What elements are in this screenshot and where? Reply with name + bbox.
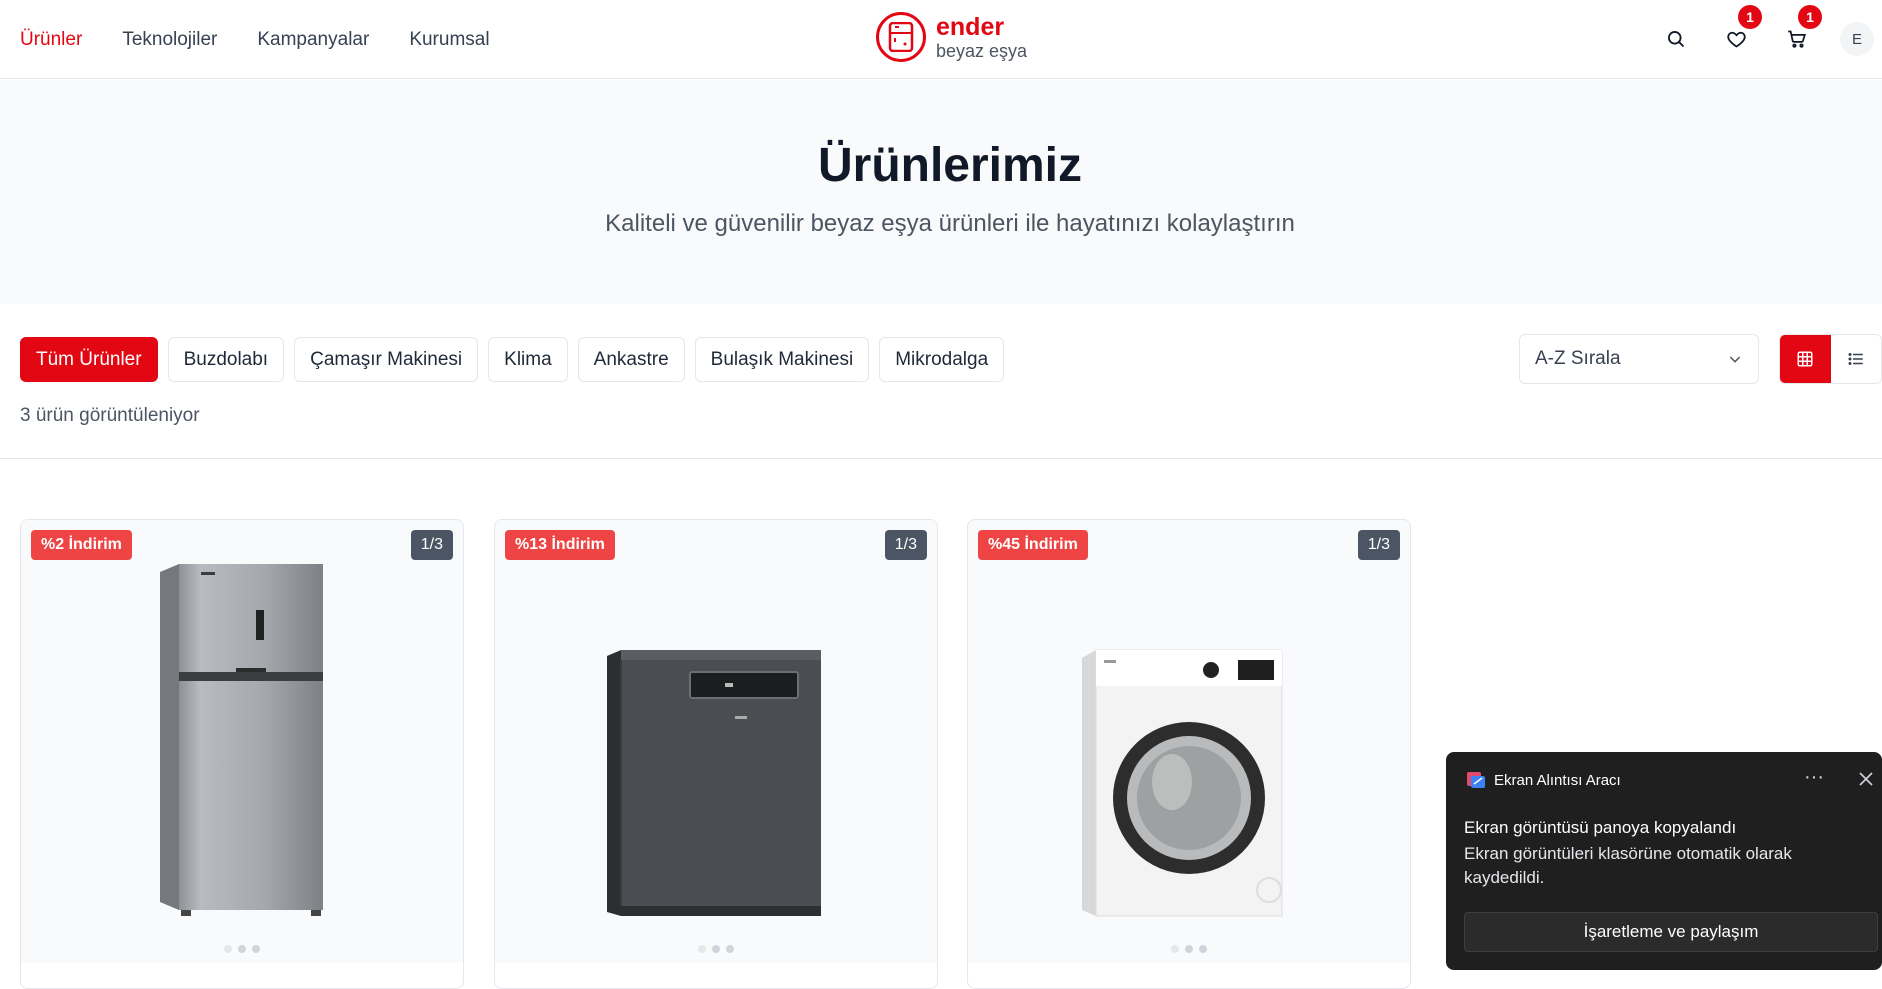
carousel-dot[interactable] [1199, 945, 1207, 953]
category-chip-mikrodalga[interactable]: Mikrodalga [879, 337, 1005, 382]
carousel-dot[interactable] [224, 945, 232, 953]
page-title: Ürünlerimiz [817, 139, 1083, 192]
carousel-dot[interactable] [698, 945, 706, 953]
snipping-tool-notification[interactable]: Ekran Alıntısı Aracı ··· Ekran görüntüsü… [1446, 752, 1882, 970]
discount-badge: %13 İndirim [505, 530, 615, 560]
notification-title: Ekran görüntüsü panoya kopyalandı [1464, 818, 1737, 837]
close-icon[interactable] [1856, 769, 1876, 789]
carousel-dots [1171, 945, 1207, 953]
cart-icon [1787, 30, 1806, 48]
discount-badge: %2 İndirim [31, 530, 132, 560]
search-icon[interactable] [1660, 23, 1692, 55]
list-icon [1848, 353, 1863, 365]
notification-app-name: Ekran Alıntısı Aracı [1494, 772, 1621, 789]
carousel-dot[interactable] [1185, 945, 1193, 953]
hero-section: Ürünlerimiz Kaliteli ve güvenilir beyaz … [0, 80, 1882, 304]
list-view-button[interactable] [1830, 335, 1881, 383]
favorites-button[interactable]: 1 [1720, 5, 1762, 55]
view-toggle [1779, 334, 1882, 384]
category-chip-buzdolabi[interactable]: Buzdolabı [167, 337, 285, 382]
cart-button[interactable]: 1 [1780, 5, 1822, 55]
product-card[interactable]: %13 İndirim 1/3 [494, 519, 938, 989]
page-subtitle: Kaliteli ve güvenilir beyaz eşya ürünler… [605, 210, 1295, 237]
favorites-count-badge: 1 [1738, 5, 1762, 29]
image-counter: 1/3 [1357, 530, 1400, 560]
category-chip-klima[interactable]: Klima [488, 337, 568, 382]
section-divider [0, 458, 1882, 459]
product-card[interactable]: %2 İndirim 1/3 [20, 519, 464, 989]
product-image-washing-machine: %45 İndirim 1/3 [968, 520, 1410, 963]
sort-select[interactable]: A-Z Sırala [1519, 334, 1759, 384]
grid-view-button[interactable] [1780, 335, 1831, 383]
category-chip-bulasik-makinesi[interactable]: Bulaşık Makinesi [694, 337, 870, 382]
image-counter: 1/3 [410, 530, 453, 560]
category-chip-ankastre[interactable]: Ankastre [577, 337, 685, 382]
product-image-dishwasher: %13 İndirim 1/3 [495, 520, 937, 963]
header-actions: 1 1 E [0, 0, 1882, 79]
category-filters: Tüm Ürünler Buzdolabı Çamaşır Makinesi K… [20, 337, 1005, 382]
image-counter: 1/3 [884, 530, 927, 560]
site-header: Ürünler Teknolojiler Kampanyalar Kurumsa… [0, 0, 1882, 79]
carousel-dot[interactable] [712, 945, 720, 953]
carousel-dot[interactable] [1171, 945, 1179, 953]
product-image-refrigerator: %2 İndirim 1/3 [21, 520, 463, 963]
results-count: 3 ürün görüntüleniyor [20, 405, 200, 426]
carousel-dot[interactable] [238, 945, 246, 953]
carousel-dot[interactable] [726, 945, 734, 953]
carousel-dot[interactable] [252, 945, 260, 953]
markup-and-share-button[interactable]: İşaretleme ve paylaşım [1464, 912, 1878, 952]
avatar[interactable]: E [1840, 22, 1874, 56]
carousel-dots [224, 945, 260, 953]
carousel-dots [698, 945, 734, 953]
product-card[interactable]: %45 İndirim 1/3 [967, 519, 1411, 989]
category-chip-all[interactable]: Tüm Ürünler [20, 337, 158, 382]
category-chip-camasir-makinesi[interactable]: Çamaşır Makinesi [294, 337, 479, 382]
more-options-icon[interactable]: ··· [1804, 766, 1824, 789]
notification-body: Ekran görüntüleri klasörüne otomatik ola… [1464, 844, 1792, 887]
cart-count-badge: 1 [1798, 5, 1822, 29]
snipping-tool-icon [1467, 772, 1485, 788]
discount-badge: %45 İndirim [978, 530, 1088, 560]
sort-select-value: A-Z Sırala [1535, 348, 1621, 369]
heart-icon [1726, 31, 1746, 48]
grid-icon [1797, 351, 1813, 367]
chevron-down-icon [1729, 356, 1741, 363]
